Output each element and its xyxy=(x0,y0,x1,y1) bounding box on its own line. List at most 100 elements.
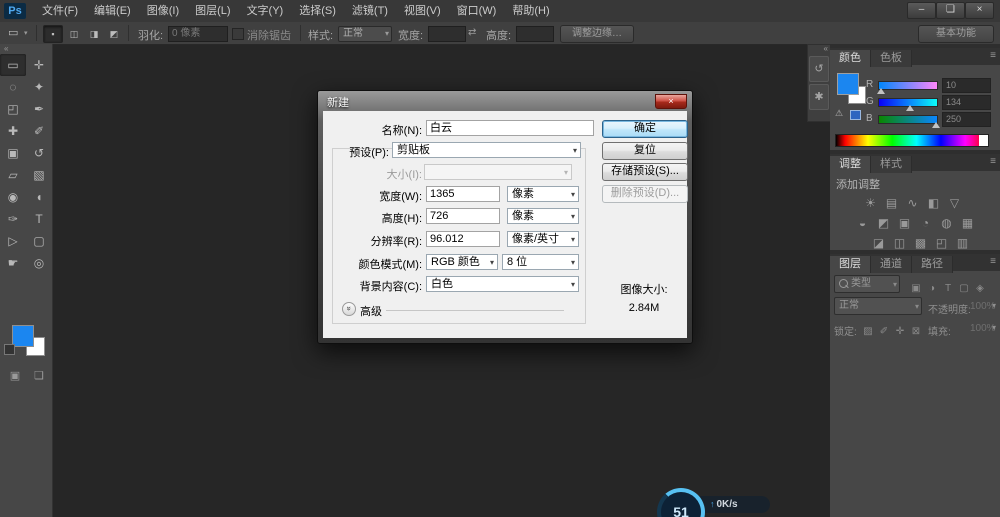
layer-filter-icon[interactable]: ▣ xyxy=(908,283,924,294)
subtract-selection-mode-button[interactable]: ◨ xyxy=(85,26,103,42)
height-input[interactable] xyxy=(516,26,554,42)
adjustment-icon[interactable]: ▥ xyxy=(952,236,973,250)
intersect-selection-mode-button[interactable]: ◩ xyxy=(105,26,123,42)
resolution-unit-combo[interactable]: 像素/英寸▾ xyxy=(507,231,579,247)
delete-preset-button[interactable]: 删除预设(D)... xyxy=(602,185,688,203)
eyedropper-tool[interactable]: ✒ xyxy=(26,98,52,120)
add-selection-mode-button[interactable]: ◫ xyxy=(65,26,83,42)
properties-panel-button[interactable]: ✱ xyxy=(809,84,829,110)
hand-tool[interactable]: ☛ xyxy=(0,252,26,274)
tab-styles[interactable]: 样式 xyxy=(871,156,912,173)
blue-channel-value[interactable]: 250 xyxy=(942,112,991,127)
workspace-switcher-button[interactable]: 基本功能 xyxy=(918,25,994,43)
rectangular-marquee-tool[interactable]: ▭ xyxy=(0,54,26,76)
panel-menu-icon[interactable]: ≡ xyxy=(990,156,996,167)
tool-preset-icon[interactable]: ▭ xyxy=(8,26,18,39)
menu-item[interactable]: 帮助(H) xyxy=(504,0,557,22)
refine-edge-button[interactable]: 调整边缘… xyxy=(560,25,634,43)
new-selection-mode-button[interactable]: ▪ xyxy=(43,25,63,43)
restore-button[interactable]: ❏ xyxy=(936,2,965,19)
chevron-down-icon[interactable]: ▾ xyxy=(992,301,996,310)
tab-adjustments[interactable]: 调整 xyxy=(830,156,871,173)
tab-color[interactable]: 颜色 xyxy=(830,50,871,67)
menu-item[interactable]: 窗口(W) xyxy=(449,0,505,22)
lock-icon[interactable]: ✐ xyxy=(876,326,892,337)
color-spectrum-ramp[interactable] xyxy=(835,134,989,147)
height-input[interactable]: 726 xyxy=(426,208,500,224)
adjustment-icon[interactable]: ◧ xyxy=(923,196,944,210)
adjustment-icon[interactable]: ∿ xyxy=(902,196,923,210)
slider-handle-icon[interactable] xyxy=(877,88,885,94)
gamut-warning-icon[interactable]: ⚠ xyxy=(835,108,843,119)
adjustment-icon[interactable]: ◍ xyxy=(936,216,957,230)
layer-filter-icon[interactable]: ◈ xyxy=(972,283,988,294)
eraser-tool[interactable]: ▱ xyxy=(0,164,26,186)
quick-selection-tool[interactable]: ✦ xyxy=(26,76,52,98)
slider-handle-icon[interactable] xyxy=(906,105,914,111)
clone-stamp-tool[interactable]: ▣ xyxy=(0,142,26,164)
default-colors-icon[interactable] xyxy=(4,344,15,355)
panel-menu-icon[interactable]: ≡ xyxy=(990,50,996,61)
crop-tool[interactable]: ◰ xyxy=(0,98,26,120)
advanced-expander-icon[interactable]: » xyxy=(342,302,356,316)
adjustment-icon[interactable]: ◩ xyxy=(873,216,894,230)
web-color-cube-icon[interactable] xyxy=(850,110,861,120)
menu-item[interactable]: 编辑(E) xyxy=(86,0,139,22)
save-preset-button[interactable]: 存储预设(S)... xyxy=(602,163,688,181)
menu-item[interactable]: 文字(Y) xyxy=(239,0,292,22)
white-chip[interactable] xyxy=(979,135,988,146)
tools-collapse-icon[interactable]: « xyxy=(0,44,52,54)
ok-button[interactable]: 确定 xyxy=(602,120,688,138)
adjustment-icon[interactable]: ▤ xyxy=(881,196,902,210)
color-mode-combo[interactable]: RGB 颜色▾ xyxy=(426,254,498,270)
close-button[interactable]: × xyxy=(965,2,994,19)
spot-healing-brush-tool[interactable]: ✚ xyxy=(0,120,26,142)
menu-item[interactable]: 滤镜(T) xyxy=(344,0,396,22)
zoom-tool[interactable]: ◎ xyxy=(26,252,52,274)
resolution-input[interactable]: 96.012 xyxy=(426,231,500,247)
chevron-down-icon[interactable]: ▾ xyxy=(992,323,996,332)
tool-preset-arrow-icon[interactable]: ▾ xyxy=(24,29,28,37)
advanced-label[interactable]: 高级 xyxy=(360,303,400,319)
green-channel-value[interactable]: 134 xyxy=(942,95,991,110)
layer-filter-icon[interactable]: ◑ xyxy=(924,283,940,294)
menu-item[interactable]: 图像(I) xyxy=(139,0,187,22)
width-input[interactable] xyxy=(428,26,466,42)
layer-filter-icon[interactable]: ▢ xyxy=(956,283,972,294)
tab-swatches[interactable]: 色板 xyxy=(871,50,912,67)
name-input[interactable]: 白云 xyxy=(426,120,594,136)
layer-filter-type-combo[interactable]: 类型 ▾ xyxy=(834,275,900,293)
red-channel-slider[interactable] xyxy=(878,81,938,90)
slider-handle-icon[interactable] xyxy=(932,122,940,128)
path-selection-tool[interactable]: ▷ xyxy=(0,230,26,252)
lock-icon[interactable]: ⊠ xyxy=(908,326,924,337)
brush-tool[interactable]: ✐ xyxy=(26,120,52,142)
adjustment-icon[interactable]: ▽ xyxy=(944,196,965,210)
bit-depth-combo[interactable]: 8 位▾ xyxy=(502,254,579,270)
red-channel-value[interactable]: 10 xyxy=(942,78,991,93)
panel-menu-icon[interactable]: ≡ xyxy=(990,256,996,267)
adjustment-icon[interactable]: ◫ xyxy=(889,236,910,250)
swap-dimensions-icon[interactable]: ⇄ xyxy=(468,27,476,38)
preset-combo[interactable]: 剪贴板▾ xyxy=(392,142,581,158)
adjustment-icon[interactable]: ▦ xyxy=(957,216,978,230)
pen-tool[interactable]: ✑ xyxy=(0,208,26,230)
type-tool[interactable]: T xyxy=(26,208,52,230)
lock-icon[interactable]: ▨ xyxy=(860,326,876,337)
history-brush-tool[interactable]: ↺ xyxy=(26,142,52,164)
height-unit-combo[interactable]: 像素▾ xyxy=(507,208,579,224)
feather-input[interactable]: 0 像素 xyxy=(168,26,228,42)
antialias-checkbox[interactable] xyxy=(232,28,244,40)
style-combo[interactable]: 正常▾ xyxy=(338,26,392,42)
move-tool[interactable]: ✛ xyxy=(26,54,52,76)
adjustment-icon[interactable]: ▩ xyxy=(910,236,931,250)
screen-mode-button[interactable]: ❏ xyxy=(26,369,52,382)
blue-channel-slider[interactable] xyxy=(878,115,938,124)
adjustment-icon[interactable]: ◒ xyxy=(852,216,873,230)
green-channel-slider[interactable] xyxy=(878,98,938,107)
tab-paths[interactable]: 路径 xyxy=(912,256,953,273)
dock-collapse-icon[interactable]: « xyxy=(808,45,830,54)
menu-item[interactable]: 视图(V) xyxy=(396,0,449,22)
lasso-tool[interactable]: ◌ xyxy=(0,76,26,98)
blend-mode-combo[interactable]: 正常 ▾ xyxy=(834,297,922,315)
